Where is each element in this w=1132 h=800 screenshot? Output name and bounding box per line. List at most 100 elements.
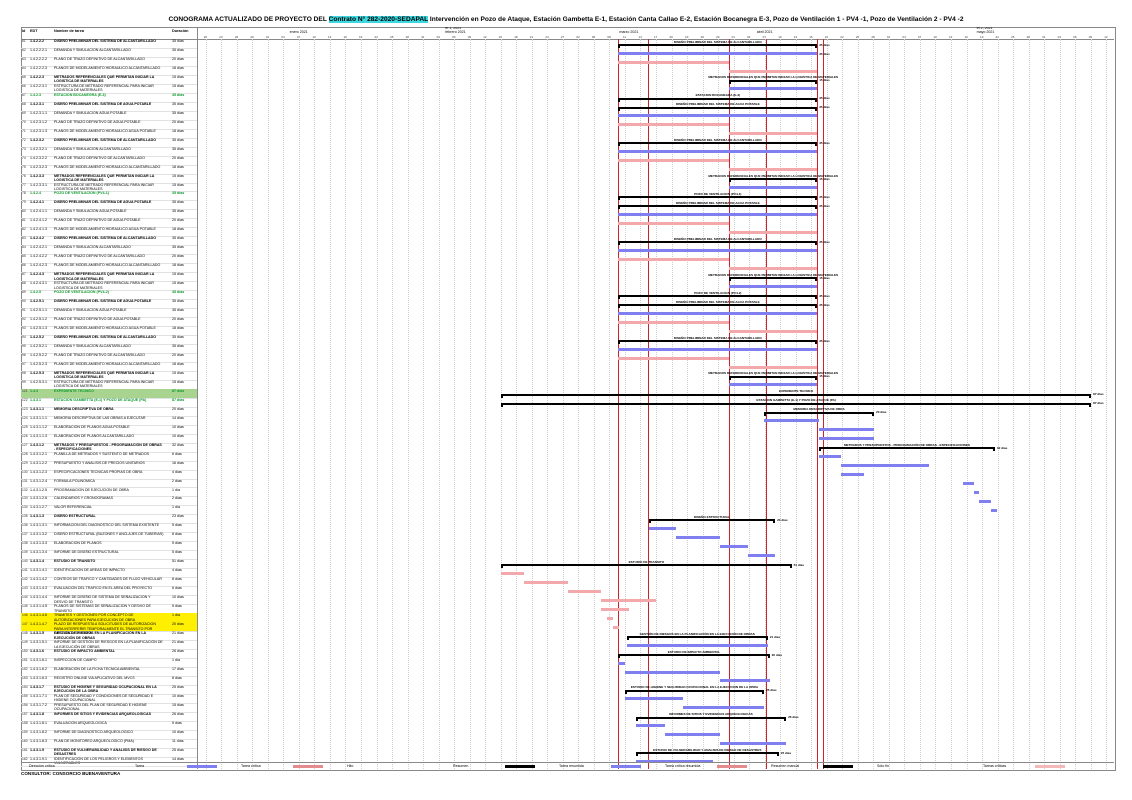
critical-task-bar[interactable] [618,51,818,55]
critical-task-bar[interactable] [648,526,677,530]
summary-bar[interactable] [648,519,776,522]
task-bar[interactable] [618,257,730,261]
critical-task-bar[interactable] [729,284,818,288]
critical-task-bar[interactable] [979,500,992,504]
critical-task-bar[interactable] [665,733,721,737]
critical-task-bar[interactable] [618,347,818,351]
task-bar[interactable] [729,168,818,172]
critical-task-bar[interactable] [618,213,818,217]
day-tick: 04 [747,34,751,39]
summary-bar[interactable] [729,178,818,181]
summary-bar[interactable] [501,393,1092,396]
row-name: PLANOS DE MODELAMIENTO HIDRAULICO AGUA P… [54,326,156,331]
task-bar[interactable] [618,123,730,127]
bar-label: DISEÑO ESTRUCTURAL [693,515,730,519]
row-id: 150 [22,648,28,653]
row-name: CALENDARIOS Y CRONOGRAMAS [54,496,113,501]
summary-bar[interactable] [618,142,818,145]
task-bar[interactable] [618,320,730,324]
summary-bar[interactable] [618,303,818,306]
summary-cap [618,106,621,111]
row-id: 69 [22,110,26,115]
task-bar[interactable] [524,580,569,584]
task-bar[interactable] [618,60,730,64]
summary-bar[interactable] [618,653,770,656]
summary-bar[interactable] [635,752,779,755]
row-edt: 1.4.3.1.8.1 [30,720,47,725]
critical-task-bar[interactable] [618,150,818,154]
summary-bar[interactable] [618,241,818,244]
summary-bar[interactable] [729,277,818,280]
critical-task-bar[interactable] [729,383,818,387]
critical-task-bar[interactable] [624,697,684,701]
day-tick: 19 [359,34,363,39]
task-bar[interactable] [729,266,818,270]
summary-bar[interactable] [618,196,818,199]
summary-bar[interactable] [819,447,995,450]
summary-bar[interactable] [635,716,787,719]
critical-task-bar[interactable] [720,544,748,548]
critical-task-bar[interactable] [747,553,776,557]
critical-task-bar[interactable] [624,670,721,674]
task-bar[interactable] [729,132,818,136]
summary-bar[interactable] [729,375,818,378]
critical-task-bar[interactable] [962,482,974,486]
task-bar[interactable] [729,329,818,333]
summary-bar[interactable] [624,689,765,692]
summary-bar[interactable] [618,294,818,297]
summary-bar[interactable] [618,339,818,342]
critical-task-bar[interactable] [991,509,997,513]
critical-task-bar[interactable] [683,706,765,710]
row-duration: 6 días [172,451,182,456]
summary-cap [815,277,818,282]
critical-task-bar[interactable] [764,419,820,423]
summary-bar[interactable] [501,564,792,567]
critical-task-bar[interactable] [973,491,980,495]
summary-bar[interactable] [618,97,818,100]
summary-bar[interactable] [626,635,768,638]
task-bar[interactable] [618,159,730,163]
critical-task-bar[interactable] [819,428,874,432]
task-bar[interactable] [618,222,730,225]
critical-task-bar[interactable] [676,535,721,539]
task-bar[interactable] [607,616,613,620]
task-bar[interactable] [601,607,629,611]
critical-task-bar[interactable] [729,186,818,190]
day-tick: 23 [219,34,223,39]
critical-task-bar[interactable] [819,437,874,441]
critical-task-bar[interactable] [618,248,818,252]
critical-task-bar[interactable] [720,742,787,746]
row-duration: 10 días [172,693,184,698]
critical-task-bar[interactable] [618,661,625,665]
critical-task-bar[interactable] [729,87,818,91]
task-bar[interactable] [618,356,730,360]
critical-task-bar[interactable] [618,114,818,118]
summary-bar[interactable] [729,79,818,82]
critical-task-bar[interactable] [635,724,666,728]
summary-bar[interactable] [501,402,1092,405]
summary-bar[interactable] [764,411,874,414]
summary-bar[interactable] [618,205,818,208]
summary-bar[interactable] [618,43,818,46]
critical-task-bar[interactable] [626,643,768,647]
critical-task-bar[interactable] [841,473,864,477]
task-bar[interactable] [601,598,656,602]
duration-label: 35 días [819,204,830,209]
critical-task-bar[interactable] [720,679,770,683]
row-name: POZO DE VENTILACION (PV4-2) [54,290,109,295]
critical-task-bar[interactable] [618,311,818,315]
critical-task-bar[interactable] [819,455,842,459]
row-edt: 1.4.3.1.1.1 [30,415,47,420]
task-bar[interactable] [729,230,818,234]
task-bar[interactable] [612,625,620,629]
task-bar[interactable] [568,589,602,593]
row-id: 162 [22,756,28,761]
task-bar[interactable] [729,69,818,73]
summary-bar[interactable] [618,106,818,109]
legend-label: Hito [347,764,354,768]
task-bar[interactable] [729,365,818,369]
grid-line [469,39,472,769]
critical-task-bar[interactable] [841,464,929,468]
row-edt: 1.4.3.1.4.2 [30,577,47,582]
task-bar[interactable] [501,571,525,575]
